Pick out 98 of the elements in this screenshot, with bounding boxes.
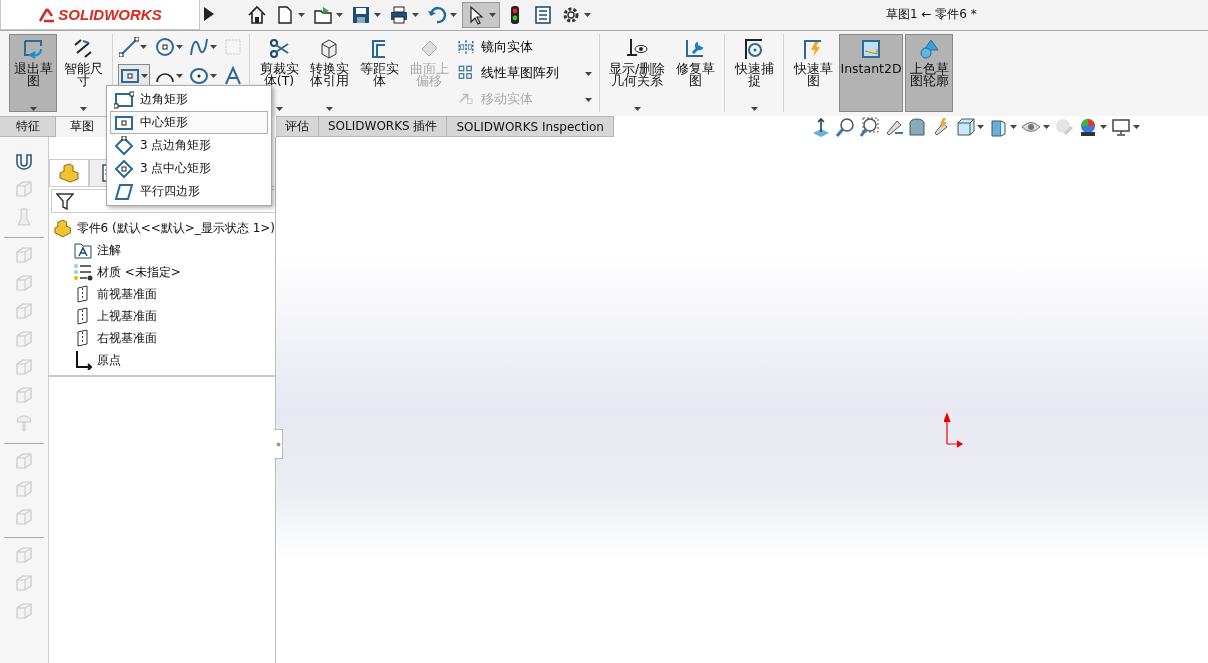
- diamond-icon: [114, 158, 134, 179]
- spline-icon: [189, 37, 209, 57]
- ribbon-button[interactable]: 退出草图: [9, 34, 57, 112]
- scissors-icon: [267, 37, 291, 61]
- rectangle-tool[interactable]: [118, 64, 150, 88]
- boss-icon[interactable]: [14, 151, 34, 171]
- circle-icon: [155, 37, 175, 57]
- tab[interactable]: 特征: [0, 116, 56, 137]
- dotted-grid-icon: [223, 37, 243, 57]
- box-view-icon[interactable]: [955, 116, 975, 137]
- caret-icon: [298, 13, 305, 17]
- color-sphere-icon[interactable]: [1078, 116, 1098, 137]
- open-folder-icon: [313, 5, 333, 25]
- sketch-exit-icon: [21, 37, 45, 61]
- dotted-grid-tool[interactable]: [222, 36, 244, 58]
- zoom-area-icon[interactable]: [859, 116, 879, 137]
- tree-item[interactable]: 右视基准面: [73, 327, 275, 349]
- tree-item[interactable]: 前视基准面: [73, 283, 275, 305]
- menu-item[interactable]: 边角矩形: [110, 88, 268, 111]
- grid-pattern-icon: [457, 64, 475, 82]
- parallelogram-icon: [114, 181, 134, 202]
- ribbon-button[interactable]: 转换实体引用: [305, 34, 353, 112]
- tree-item[interactable]: 零件6 (默认<<默认>_显示状态 1>): [53, 217, 275, 239]
- mirror-icon: [457, 38, 475, 56]
- tab[interactable]: SOLIDWORKS 插件: [319, 116, 448, 137]
- tree-item[interactable]: 上视基准面: [73, 305, 275, 327]
- caret-icon: [1043, 124, 1050, 129]
- annotation-folder-icon: [73, 240, 93, 260]
- tab[interactable]: 草图: [56, 116, 108, 137]
- origin-axes-icon: [944, 412, 964, 448]
- part-tab-icon[interactable]: [58, 163, 80, 183]
- line-tool[interactable]: [118, 36, 150, 58]
- menu-item[interactable]: 平行四边形: [110, 180, 268, 203]
- diamond-icon: [114, 135, 134, 156]
- caret-icon: [210, 45, 217, 49]
- filter-icon[interactable]: [56, 192, 74, 210]
- shapes-icon: [917, 37, 941, 61]
- list-icon: [533, 5, 553, 25]
- ribbon-button[interactable]: 快速草图: [789, 34, 837, 112]
- ribbon-button[interactable]: 上色草图轮廓: [905, 34, 953, 112]
- caret-icon: [450, 13, 457, 17]
- menu-item[interactable]: 中心矩形: [110, 111, 268, 134]
- menu-item[interactable]: 3 点边角矩形: [110, 134, 268, 157]
- section-view-icon[interactable]: [907, 116, 927, 137]
- spline-tool[interactable]: [188, 36, 218, 58]
- zoom-icon[interactable]: [835, 116, 855, 137]
- origin-icon: [73, 350, 93, 370]
- new-document-icon: [275, 5, 295, 25]
- pointer-button[interactable]: [462, 2, 500, 28]
- caret-icon: [176, 45, 183, 49]
- ribbon-button[interactable]: 显示/删除几何关系: [605, 34, 669, 112]
- caret-icon: [141, 74, 148, 78]
- caret-icon: [1133, 124, 1140, 129]
- play-icon[interactable]: [204, 6, 214, 21]
- undo-icon: [427, 5, 447, 25]
- caret-icon: [336, 13, 343, 17]
- caret-icon: [977, 124, 984, 129]
- settings-icon: [561, 5, 581, 25]
- caret-icon: [140, 45, 147, 49]
- rectangle-icon: [114, 89, 134, 110]
- ribbon-button[interactable]: 修复草图: [671, 34, 719, 112]
- caret-icon: [1010, 124, 1017, 129]
- tab[interactable]: SOLIDWORKS Inspection: [447, 116, 614, 137]
- caret-icon: [489, 13, 496, 17]
- caret-icon: [176, 74, 183, 78]
- line-icon: [119, 37, 139, 57]
- menu-item[interactable]: 3 点中心矩形: [110, 157, 268, 180]
- caret-icon: [1100, 124, 1107, 129]
- tree-item[interactable]: 原点: [73, 349, 275, 371]
- ribbon-button[interactable]: 智能尺寸: [59, 34, 107, 112]
- caret-icon: [210, 74, 217, 78]
- save-icon: [351, 5, 371, 25]
- print-icon: [389, 5, 409, 25]
- ellipse-icon: [189, 66, 209, 86]
- ribbon-button[interactable]: 等距实体: [355, 34, 403, 112]
- text-icon: [223, 66, 243, 86]
- caret-icon: [584, 13, 591, 17]
- ribbon-button[interactable]: 线性草图阵列: [455, 62, 594, 84]
- plane-arrow-icon[interactable]: [811, 116, 831, 137]
- tab[interactable]: 评估: [276, 116, 319, 137]
- logo-text: SOLIDWORKS: [58, 6, 162, 23]
- caret-icon: [412, 13, 419, 17]
- tree-item[interactable]: 材质 <未指定>: [73, 261, 275, 283]
- monitor-icon[interactable]: [1111, 116, 1131, 137]
- logo-icon: [38, 6, 57, 23]
- material-list-icon: [73, 262, 93, 282]
- ribbon-button[interactable]: 镜向实体: [455, 36, 594, 58]
- panel-resize-handle[interactable]: [274, 429, 283, 459]
- circle-tool[interactable]: [154, 36, 184, 58]
- tree-item[interactable]: 注解: [73, 239, 275, 261]
- ribbon-button[interactable]: Instant2D: [839, 34, 903, 112]
- ribbon-button[interactable]: 快速捕捉: [730, 34, 778, 112]
- caret-icon: [374, 13, 381, 17]
- rectangle-icon: [120, 66, 140, 86]
- document-title: 草图1 ← 零件6 *: [886, 6, 977, 23]
- ruler-icon: [859, 37, 883, 61]
- home-icon: [247, 5, 267, 25]
- part-icon: [53, 218, 73, 238]
